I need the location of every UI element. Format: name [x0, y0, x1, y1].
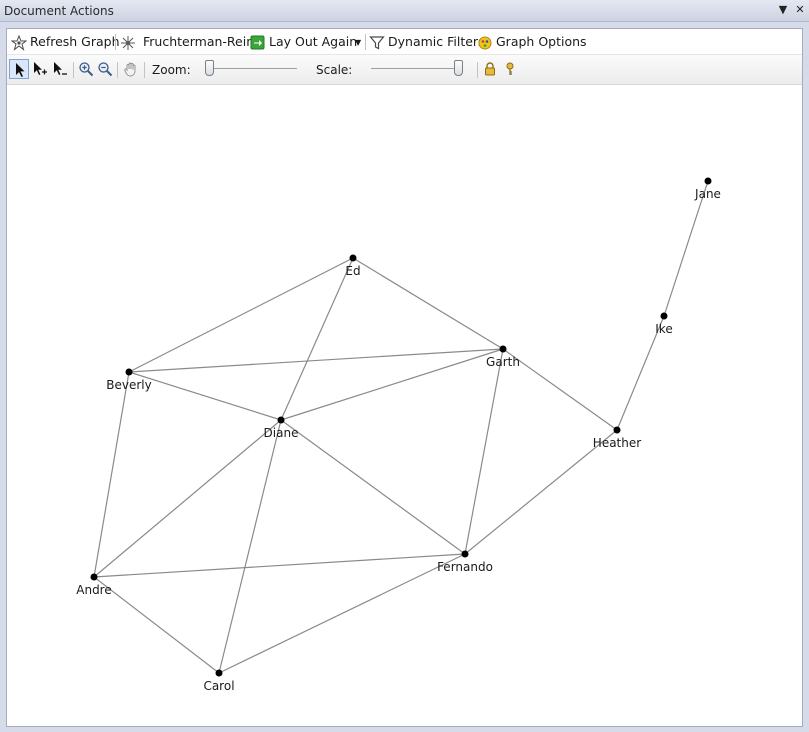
graph-edge-diane-carol[interactable]: [218, 419, 282, 674]
graph-node-label: Ed: [345, 264, 360, 278]
graph-edge-ed-beverly[interactable]: [128, 257, 354, 373]
graph-node-label: Diane: [264, 426, 299, 440]
network-graph-canvas[interactable]: Jane Ike Ed Garth Beverly Diane Heather Fernand…: [0, 0, 809, 732]
graph-node-ike[interactable]: [660, 312, 668, 320]
graph-node-andre[interactable]: [90, 573, 98, 581]
graph-node-carol[interactable]: [215, 669, 223, 677]
graph-nodes: Jane Ike Ed Garth Beverly Diane Heather Fernand…: [76, 177, 721, 693]
graph-edge-jane-ike[interactable]: [663, 180, 709, 317]
graph-node-label: Garth: [486, 355, 520, 369]
graph-edge-beverly-andre[interactable]: [93, 371, 130, 578]
graph-node-beverly[interactable]: [125, 368, 133, 376]
graph-edge-andre-carol[interactable]: [93, 576, 220, 674]
graph-node-label: Beverly: [106, 378, 151, 392]
graph-node-garth[interactable]: [499, 345, 507, 353]
graph-edge-diane-garth[interactable]: [280, 348, 504, 421]
graph-edge-garth-heather[interactable]: [502, 348, 618, 431]
graph-edge-ed-garth[interactable]: [352, 257, 504, 350]
graph-node-label: Jane: [694, 187, 721, 201]
graph-node-jane[interactable]: [704, 177, 712, 185]
graph-edge-diane-andre[interactable]: [93, 419, 282, 578]
graph-node-label: Carol: [203, 679, 234, 693]
graph-edge-garth-fernando[interactable]: [464, 348, 504, 555]
graph-node-ed[interactable]: [349, 254, 357, 262]
graph-node-label: Andre: [76, 583, 111, 597]
graph-node-fernando[interactable]: [461, 550, 469, 558]
graph-edge-andre-fernando[interactable]: [93, 553, 466, 578]
graph-edge-beverly-garth[interactable]: [128, 348, 504, 373]
graph-node-label: Fernando: [437, 560, 493, 574]
graph-edge-beverly-diane[interactable]: [128, 371, 282, 421]
graph-edge-carol-fernando[interactable]: [218, 553, 466, 674]
graph-edge-diane-fernando[interactable]: [280, 419, 466, 555]
graph-node-diane[interactable]: [277, 416, 285, 424]
graph-node-heather[interactable]: [613, 426, 621, 434]
graph-node-label: Heather: [593, 436, 641, 450]
graph-node-label: Ike: [655, 322, 672, 336]
graph-edge-ed-diane[interactable]: [280, 257, 354, 421]
